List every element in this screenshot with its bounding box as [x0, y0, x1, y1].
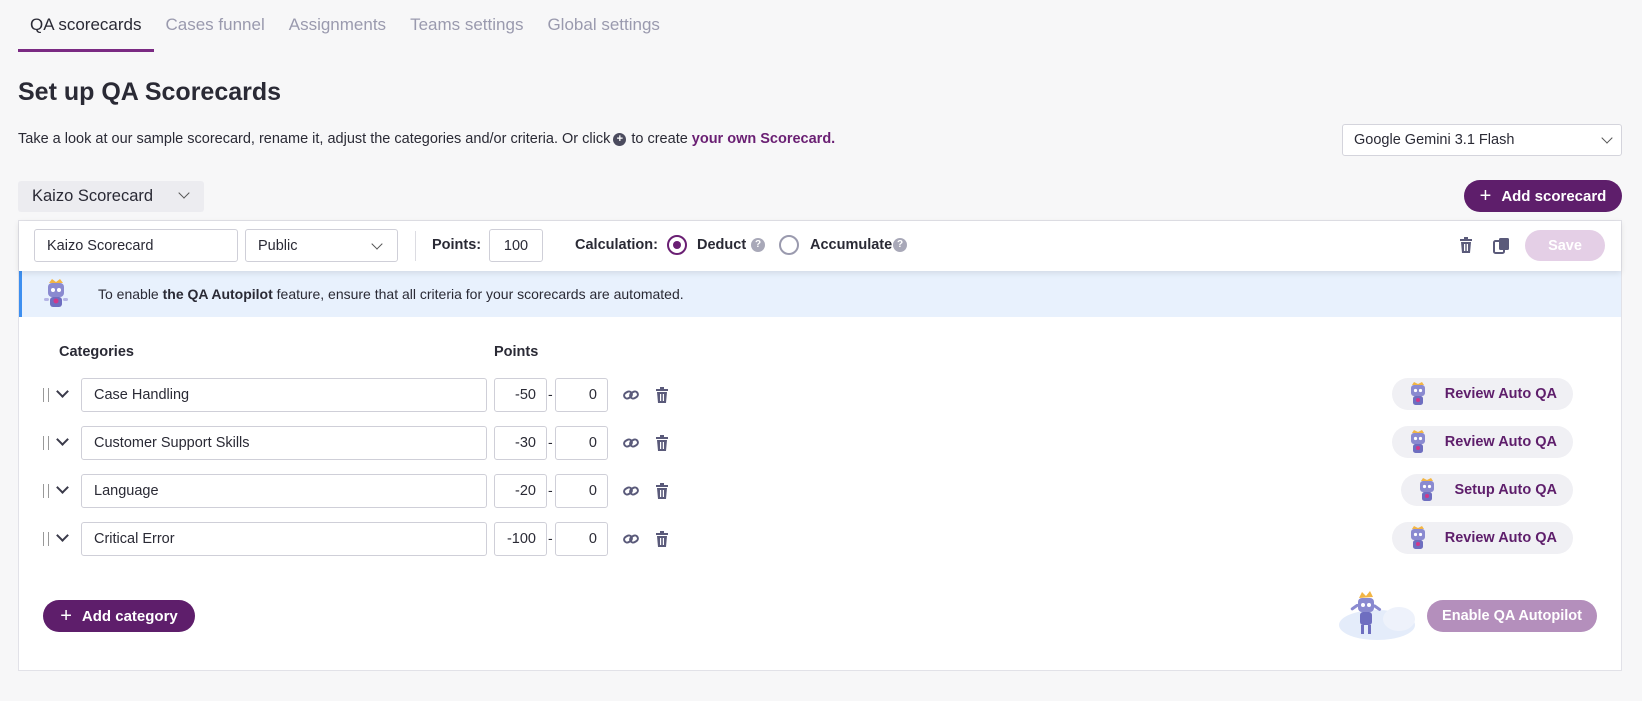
link-icon[interactable]	[619, 527, 643, 551]
visibility-select[interactable]: Public	[245, 229, 398, 262]
banner-text: To enable the QA Autopilot feature, ensu…	[98, 286, 684, 302]
chevron-down-icon	[1601, 132, 1613, 144]
top-tabs: QA scorecards Cases funnel Assignments T…	[18, 0, 672, 52]
help-icon[interactable]: ?	[751, 238, 765, 252]
category-name-input[interactable]: Critical Error	[81, 522, 487, 556]
deduct-radio[interactable]	[667, 235, 687, 255]
categories-column-header: Categories	[59, 344, 134, 360]
chevron-down-icon[interactable]	[56, 481, 69, 494]
deduct-label: Deduct	[697, 237, 747, 253]
tab-cases-funnel[interactable]: Cases funnel	[154, 0, 277, 52]
toolbar-divider	[415, 231, 416, 261]
scorecard-editor: Kaizo Scorecard Public Points: 100 Calcu…	[18, 220, 1622, 671]
max-points-input[interactable]: 0	[555, 378, 608, 412]
max-points-input[interactable]: 0	[555, 474, 608, 508]
scorecard-toolbar: Kaizo Scorecard Public Points: 100 Calcu…	[19, 221, 1621, 271]
page-subtitle: Take a look at our sample scorecard, ren…	[18, 131, 835, 147]
chevron-down-icon[interactable]	[56, 529, 69, 542]
trash-icon[interactable]	[650, 383, 674, 407]
calculation-label: Calculation:	[575, 237, 658, 253]
save-button[interactable]: Save	[1525, 230, 1605, 261]
create-own-scorecard-link[interactable]: your own Scorecard.	[692, 131, 835, 147]
category-row: Case Handling -50 - 0 Review Auto QA	[19, 378, 1621, 412]
points-column-header: Points	[494, 344, 539, 360]
range-dash: -	[548, 482, 553, 498]
trash-icon[interactable]	[650, 479, 674, 503]
total-points-input[interactable]: 100	[489, 229, 543, 262]
chevron-down-icon[interactable]	[56, 385, 69, 398]
drag-handle-icon[interactable]	[43, 484, 49, 498]
trash-icon[interactable]	[650, 431, 674, 455]
chevron-down-icon	[178, 187, 190, 199]
points-label: Points:	[432, 237, 482, 253]
min-points-input[interactable]: -50	[494, 378, 547, 412]
category-name-input[interactable]: Case Handling	[81, 378, 487, 412]
category-name-input[interactable]: Customer Support Skills	[81, 426, 487, 460]
plus-icon: +	[60, 605, 72, 627]
robot-mascot-icon	[1339, 591, 1415, 640]
category-row: Customer Support Skills -30 - 0 Review A…	[19, 426, 1621, 460]
drag-handle-icon[interactable]	[43, 532, 49, 546]
range-dash: -	[548, 530, 553, 546]
robot-mascot-icon	[44, 279, 68, 307]
drag-handle-icon[interactable]	[43, 388, 49, 402]
accumulate-radio[interactable]	[779, 235, 799, 255]
tab-qa-scorecards[interactable]: QA scorecards	[18, 0, 154, 52]
scorecard-name-input[interactable]: Kaizo Scorecard	[34, 229, 238, 262]
max-points-input[interactable]: 0	[555, 522, 608, 556]
add-scorecard-label: Add scorecard	[1501, 187, 1607, 205]
trash-icon[interactable]	[650, 527, 674, 551]
tab-teams-settings[interactable]: Teams settings	[398, 0, 535, 52]
min-points-input[interactable]: -30	[494, 426, 547, 460]
min-points-input[interactable]: -100	[494, 522, 547, 556]
ai-model-select[interactable]: Google Gemini 3.1 Flash	[1342, 124, 1622, 156]
review-auto-qa-button[interactable]: Review Auto QA	[1392, 378, 1573, 410]
robot-mascot-icon	[1420, 478, 1434, 501]
max-points-input[interactable]: 0	[555, 426, 608, 460]
min-points-input[interactable]: -20	[494, 474, 547, 508]
plus-circle-icon: +	[613, 132, 627, 146]
add-scorecard-button[interactable]: + Add scorecard	[1464, 180, 1622, 212]
category-name-input[interactable]: Language	[81, 474, 487, 508]
range-dash: -	[548, 386, 553, 402]
chevron-down-icon	[371, 238, 383, 250]
range-dash: -	[548, 434, 553, 450]
robot-mascot-icon	[1411, 430, 1425, 453]
accumulate-label: Accumulate	[810, 237, 893, 253]
trash-icon[interactable]	[1452, 231, 1480, 259]
scorecard-picker[interactable]: Kaizo Scorecard	[18, 181, 204, 212]
robot-mascot-icon	[1411, 526, 1425, 549]
tab-assignments[interactable]: Assignments	[277, 0, 398, 52]
ai-model-value: Google Gemini 3.1 Flash	[1354, 132, 1515, 148]
help-icon[interactable]: ?	[893, 238, 907, 252]
total-points-value: 100	[503, 237, 529, 254]
tab-global-settings[interactable]: Global settings	[535, 0, 671, 52]
plus-icon: +	[1479, 185, 1492, 207]
link-icon[interactable]	[619, 479, 643, 503]
subtitle-text: Take a look at our sample scorecard, ren…	[18, 131, 611, 147]
scorecard-name-value: Kaizo Scorecard	[47, 237, 154, 254]
review-auto-qa-button[interactable]: Review Auto QA	[1392, 522, 1573, 554]
subtitle-text-after: to create	[631, 131, 688, 147]
link-icon[interactable]	[619, 431, 643, 455]
category-row: Critical Error -100 - 0 Review Auto QA	[19, 522, 1621, 556]
page-title: Set up QA Scorecards	[18, 78, 282, 106]
copy-icon[interactable]	[1487, 231, 1515, 259]
autopilot-info-banner: To enable the QA Autopilot feature, ensu…	[19, 271, 1621, 317]
robot-mascot-icon	[1411, 382, 1425, 405]
category-row: Language -20 - 0 Setup Auto QA	[19, 474, 1621, 508]
enable-qa-autopilot-button[interactable]: Enable QA Autopilot	[1427, 600, 1597, 632]
link-icon[interactable]	[619, 383, 643, 407]
chevron-down-icon[interactable]	[56, 433, 69, 446]
scorecard-picker-value: Kaizo Scorecard	[32, 187, 154, 205]
visibility-value: Public	[258, 237, 298, 254]
review-auto-qa-button[interactable]: Review Auto QA	[1392, 426, 1573, 458]
add-category-label: Add category	[81, 607, 178, 625]
add-category-button[interactable]: + Add category	[43, 600, 195, 632]
drag-handle-icon[interactable]	[43, 436, 49, 450]
setup-auto-qa-button[interactable]: Setup Auto QA	[1401, 474, 1573, 506]
